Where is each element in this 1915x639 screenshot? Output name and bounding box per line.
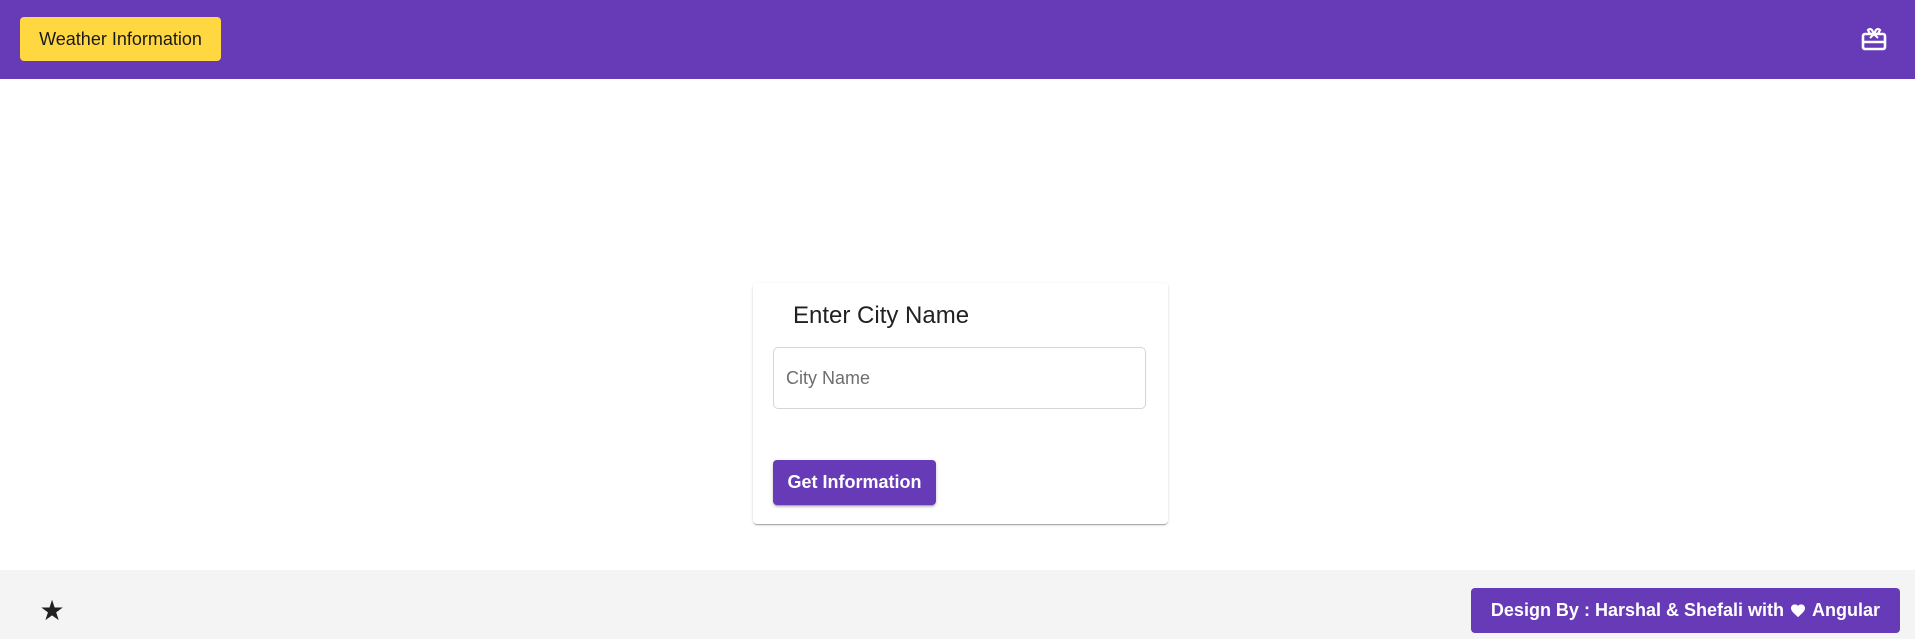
heart-icon-graphic: [1790, 604, 1805, 618]
credit-suffix: Angular: [1811, 600, 1880, 620]
city-name-input[interactable]: [773, 347, 1146, 409]
main-content: Enter City Name Get Information: [0, 79, 1915, 570]
city-search-card: Enter City Name Get Information: [753, 283, 1168, 524]
weather-information-button[interactable]: Weather Information: [20, 17, 221, 61]
get-information-button[interactable]: Get Information: [773, 460, 936, 505]
credit-prefix: Design By : Harshal & Shefali with: [1490, 600, 1784, 620]
top-toolbar: Weather Information: [0, 0, 1915, 79]
heart-icon: [1790, 603, 1806, 618]
star-icon[interactable]: ★: [38, 597, 66, 625]
card-giftcard-icon[interactable]: [1859, 24, 1889, 54]
footer: ★ Design By : Harshal & Shefali with Ang…: [0, 570, 1915, 639]
card-giftcard-icon-graphic: [1861, 27, 1887, 51]
card-title: Enter City Name: [793, 302, 970, 329]
credit-button[interactable]: Design By : Harshal & Shefali with Angul…: [1470, 588, 1900, 633]
